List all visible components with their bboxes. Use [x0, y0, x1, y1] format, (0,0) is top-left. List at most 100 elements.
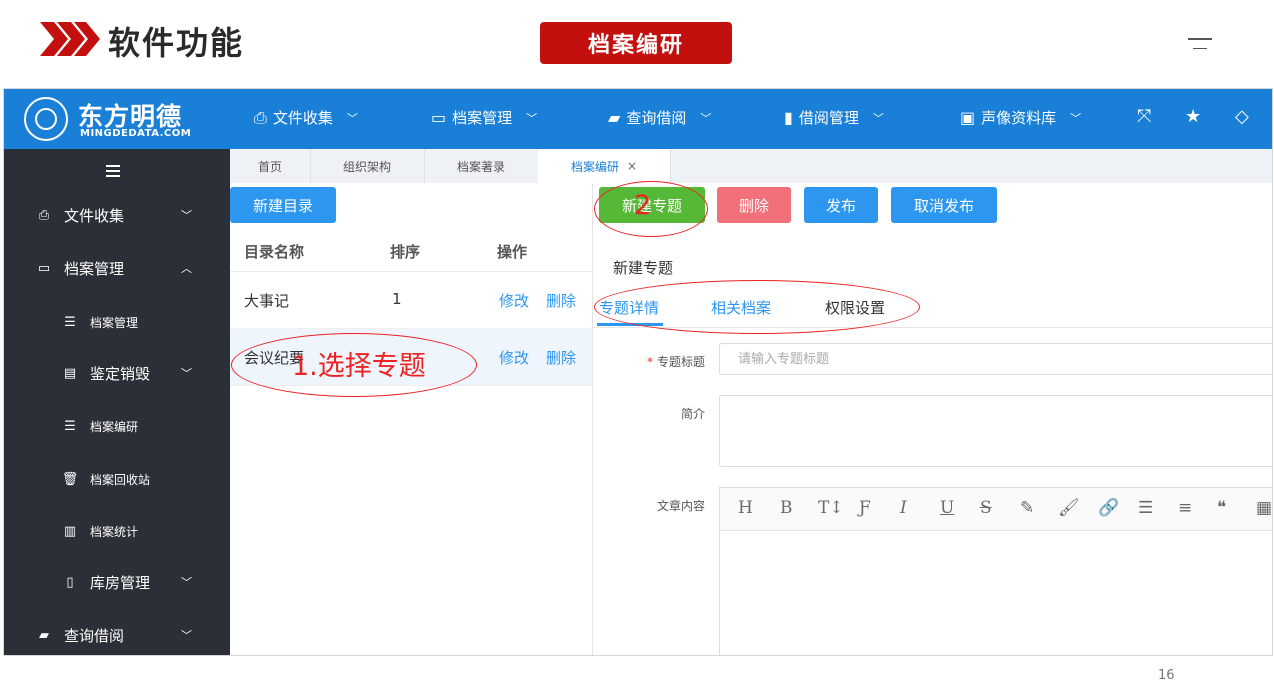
rich-text-editor[interactable]: H B T↕ Ƒ I U S ✎ 🖌 🔗 ☰ ≡ ❝ ▦: [719, 487, 1272, 655]
app-window: 东方明德 MINGDEDATA.COM ⎙ 文件收集 ﹀ ▭ 档案管理 ﹀ ▰ …: [3, 88, 1273, 656]
table-row[interactable]: 大事记 1 修改 删除: [230, 272, 592, 329]
edit-link[interactable]: 修改: [499, 290, 529, 311]
tab-permissions[interactable]: 权限设置: [825, 297, 885, 318]
sidebar-item-statistics[interactable]: ▥ 档案统计: [4, 511, 230, 551]
catalog-table-header: 目录名称 排序 操作: [230, 227, 592, 272]
intro-label: 简介: [680, 407, 705, 421]
bar-chart-icon: ▥: [63, 523, 77, 539]
required-mark: *: [646, 355, 653, 369]
chevron-down-icon: ﹀: [346, 111, 358, 125]
tab-org[interactable]: 组织架构: [310, 149, 425, 183]
list-icon: ☰: [64, 418, 76, 434]
nav-query-borrow[interactable]: ▰ 查询借阅 ﹀: [608, 107, 711, 128]
chevrons-icon: [40, 22, 100, 56]
delete-link[interactable]: 删除: [546, 347, 576, 368]
trash-icon: 🗑: [61, 471, 79, 487]
align-icon[interactable]: ≡: [1178, 498, 1192, 518]
nav-media-library[interactable]: ▣ 声像资料库 ﹀: [960, 107, 1081, 128]
link-icon[interactable]: 🔗: [1098, 498, 1119, 518]
chevron-down-icon: ﹀: [872, 111, 884, 125]
content-label: 文章内容: [656, 499, 705, 513]
logo-icon: [24, 97, 68, 141]
chevron-down-icon: ﹀: [181, 576, 192, 589]
topic-title-input[interactable]: [719, 343, 1272, 375]
chevron-down-icon: ﹀: [181, 209, 192, 222]
folder-icon: ▭: [37, 260, 51, 276]
page-number: 16: [1158, 668, 1175, 683]
document-icon: ▤: [63, 365, 77, 381]
tab-home[interactable]: 首页: [230, 149, 311, 183]
editor-toolbar: H B T↕ Ƒ I U S ✎ 🖌 🔗 ☰ ≡ ❝ ▦: [720, 488, 1272, 531]
new-catalog-button[interactable]: 新建目录: [230, 187, 336, 223]
top-bar: 东方明德 MINGDEDATA.COM ⎙ 文件收集 ﹀ ▭ 档案管理 ﹀ ▰ …: [4, 89, 1272, 149]
pdf-icon: ⎙: [254, 107, 267, 127]
chevron-down-icon: ﹀: [526, 111, 538, 125]
nav-archive-manage[interactable]: ▭ 档案管理 ﹀: [431, 107, 537, 128]
brush-icon[interactable]: 🖌: [1058, 498, 1080, 518]
annotation-step-1: 1.选择专题: [292, 351, 426, 382]
unpublish-button[interactable]: 取消发布: [891, 187, 997, 223]
sidebar-item-query-borrow[interactable]: ▰ 查询借阅 ﹀: [4, 615, 230, 655]
slide-header: 软件功能 档案编研: [0, 0, 1274, 88]
list-icon[interactable]: ☰: [1138, 498, 1153, 518]
sidebar-item-archive-manage-sub[interactable]: ☰ 档案管理: [4, 302, 230, 342]
bookmark-icon: ▮: [784, 108, 793, 127]
pdf-icon: ⎙: [38, 207, 50, 223]
chevron-down-icon: ﹀: [700, 111, 712, 125]
highlight-icon[interactable]: ✎: [1020, 498, 1034, 518]
menu-icon: [1188, 38, 1212, 50]
font-family-icon[interactable]: Ƒ: [859, 498, 871, 518]
file-icon: ▯: [66, 574, 74, 590]
sidebar: ⎙ 文件收集 ﹀ ▭ 档案管理 ︿ ☰ 档案管理 ▤ 鉴定销毁 ﹀ ☰ 档案编研…: [4, 149, 230, 655]
delete-link[interactable]: 删除: [546, 290, 576, 311]
fullscreen-icon[interactable]: ⤧: [1137, 106, 1151, 127]
book-icon: ▰: [608, 108, 621, 127]
close-icon[interactable]: ×: [627, 159, 637, 173]
logo: 东方明德 MINGDEDATA.COM: [24, 97, 229, 141]
video-icon: ▣: [960, 108, 976, 127]
font-size-icon[interactable]: T↕: [818, 498, 844, 518]
sidebar-item-storeroom[interactable]: ▯ 库房管理 ﹀: [4, 562, 230, 602]
sidebar-item-compile[interactable]: ☰ 档案编研: [4, 406, 230, 446]
sidebar-item-file-collect[interactable]: ⎙ 文件收集 ﹀: [4, 195, 230, 235]
slide-title: 软件功能: [108, 24, 245, 62]
italic-icon[interactable]: I: [900, 498, 907, 518]
section-badge: 档案编研: [540, 22, 732, 64]
nav-borrow-manage[interactable]: ▮ 借阅管理 ﹀: [784, 107, 884, 128]
intro-textarea[interactable]: [719, 395, 1272, 467]
page-tabs: 首页 组织架构 档案著录 档案编研 ×: [230, 149, 1272, 184]
list-icon: ☰: [64, 314, 76, 330]
sidebar-item-appraisal[interactable]: ▤ 鉴定销毁 ﹀: [4, 353, 230, 393]
hamburger-icon[interactable]: [106, 165, 120, 180]
tab-compile[interactable]: 档案编研 ×: [538, 149, 671, 183]
chevron-down-icon: ﹀: [181, 367, 192, 380]
chevron-down-icon: ﹀: [1070, 111, 1082, 125]
sidebar-item-archive-manage[interactable]: ▭ 档案管理 ︿: [4, 248, 230, 288]
chevron-up-icon: ︿: [181, 262, 192, 275]
heading-icon[interactable]: H: [738, 498, 753, 518]
strikethrough-icon[interactable]: S: [980, 498, 992, 518]
title-label: * 专题标题: [646, 355, 705, 369]
logo-sub: MINGDEDATA.COM: [80, 128, 192, 139]
annotation-step-2: 2: [634, 190, 652, 221]
folder-icon: ▭: [431, 108, 447, 127]
chevron-down-icon: ﹀: [181, 629, 192, 642]
underline-icon[interactable]: U: [940, 498, 954, 518]
star-icon[interactable]: ★: [1185, 106, 1201, 127]
diamond-icon[interactable]: ◇: [1235, 106, 1249, 127]
publish-button[interactable]: 发布: [804, 187, 878, 223]
nav-file-collect[interactable]: ⎙ 文件收集 ﹀: [254, 107, 358, 128]
table-icon[interactable]: ▦: [1256, 498, 1272, 518]
tab-related-archives[interactable]: 相关档案: [711, 297, 771, 318]
edit-link[interactable]: 修改: [499, 347, 529, 368]
new-topic-button[interactable]: 新建专题: [599, 187, 705, 223]
topic-tabs: 专题详情 相关档案 权限设置: [593, 293, 1272, 328]
catalog-panel: 新建目录 目录名称 排序 操作 大事记 1 修改 删除 会议纪要 修改 删除: [230, 183, 593, 655]
book-icon: ▰: [39, 627, 49, 643]
sidebar-item-recycle[interactable]: 🗑 档案回收站: [4, 459, 230, 499]
bold-icon[interactable]: B: [780, 498, 793, 518]
quote-icon[interactable]: ❝: [1217, 498, 1226, 518]
tab-catalog[interactable]: 档案著录: [424, 149, 539, 183]
delete-button[interactable]: 删除: [717, 187, 791, 223]
tab-topic-detail[interactable]: 专题详情: [599, 297, 659, 318]
